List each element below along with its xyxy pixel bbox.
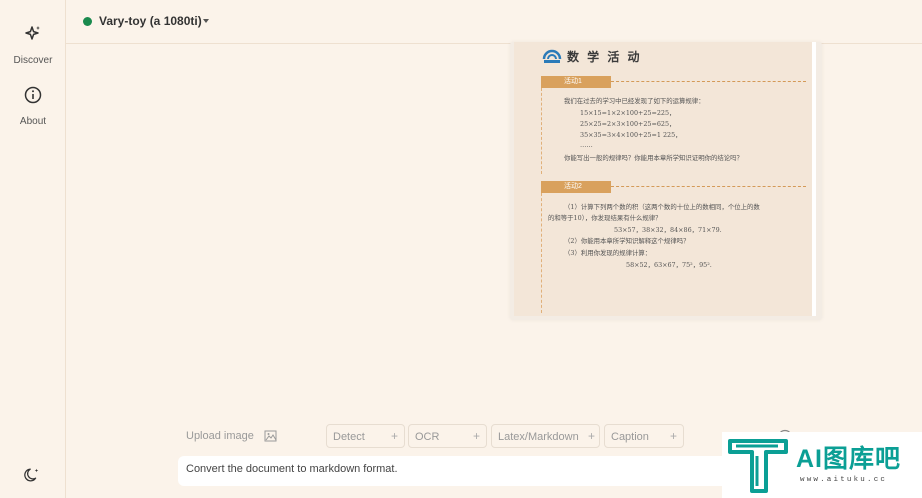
activity-logo-icon [542, 49, 562, 63]
uploaded-image-frame: 数 学 活 动 活动1 我们在过去的学习中已经发现了如下的运算规律： 15×15… [510, 42, 822, 320]
ocr-chip[interactable]: OCR + [408, 424, 487, 448]
document-text: 53×57，38×32，84×86，71×79. [614, 226, 722, 234]
document-text: 你能写出一般的规律吗？你能用本章所学知识证明你的结论吗？ [564, 154, 743, 162]
divider [541, 88, 542, 174]
document-text: （1）计算下列两个数的积（这两个数的十位上的数相同，个位上的数 [564, 203, 760, 211]
sidebar-item-discover[interactable]: Discover [0, 24, 66, 68]
image-upload-icon[interactable] [264, 429, 278, 443]
latex-markdown-chip[interactable]: Latex/Markdown + [491, 424, 600, 448]
document-text: 的和等于10），你发现结果有什么规律？ [548, 214, 662, 222]
watermark-url: www.aituku.cc [800, 476, 888, 484]
document-title: 数 学 活 动 [567, 50, 642, 64]
sparkle-icon [25, 26, 40, 40]
divider [541, 193, 542, 313]
chevron-down-icon[interactable] [203, 19, 209, 23]
document-text: 35×35=3×4×100+25=1 225， [580, 131, 682, 139]
sidebar-item-about[interactable]: About [0, 85, 66, 129]
chip-label: Caption [611, 431, 649, 443]
moon-icon[interactable] [23, 466, 41, 484]
detect-chip[interactable]: Detect + [326, 424, 405, 448]
sidebar-item-label: About [19, 116, 47, 127]
plus-icon: + [669, 429, 677, 443]
document-text: 我们在过去的学习中已经发现了如下的运算规律： [564, 97, 705, 105]
header: Vary-toy (a 1080ti) [66, 0, 922, 44]
divider [611, 186, 806, 187]
activity-tag: 活动1 [541, 76, 611, 88]
plus-icon: + [390, 429, 398, 443]
status-indicator [83, 17, 92, 26]
watermark-logo: AI图库吧 www.aituku.cc [722, 432, 922, 498]
document-text: （2）你能用本章所学知识解释这个规律吗？ [564, 237, 690, 245]
document-text: 25×25=2×3×100+25=625， [580, 120, 676, 128]
document-text: （3）利用你发现的规律计算： [564, 249, 652, 257]
document-text: 58×52，63×67，75²，95². [626, 261, 712, 269]
chip-label: OCR [415, 431, 440, 443]
chip-label: Detect [333, 431, 365, 443]
caption-chip[interactable]: Caption + [604, 424, 684, 448]
plus-icon: + [587, 429, 595, 443]
divider [611, 81, 806, 82]
uploaded-document-image: 数 学 活 动 活动1 我们在过去的学习中已经发现了如下的运算规律： 15×15… [514, 42, 814, 316]
model-selector[interactable]: Vary-toy (a 1080ti) [99, 14, 202, 28]
upload-image-button[interactable]: Upload image [186, 430, 254, 442]
chip-label: Latex/Markdown [498, 431, 579, 443]
document-text: …… [580, 141, 593, 149]
plus-icon: + [472, 429, 480, 443]
document-text: 15×15=1×2×100+25=225， [580, 109, 676, 117]
watermark-text: AI图库吧 [796, 445, 902, 473]
image-border [812, 42, 816, 316]
info-circle-icon [24, 86, 42, 104]
activity-tag: 活动2 [541, 181, 611, 193]
sidebar-item-label: Discover [13, 55, 53, 66]
watermark-t-icon [728, 439, 788, 493]
